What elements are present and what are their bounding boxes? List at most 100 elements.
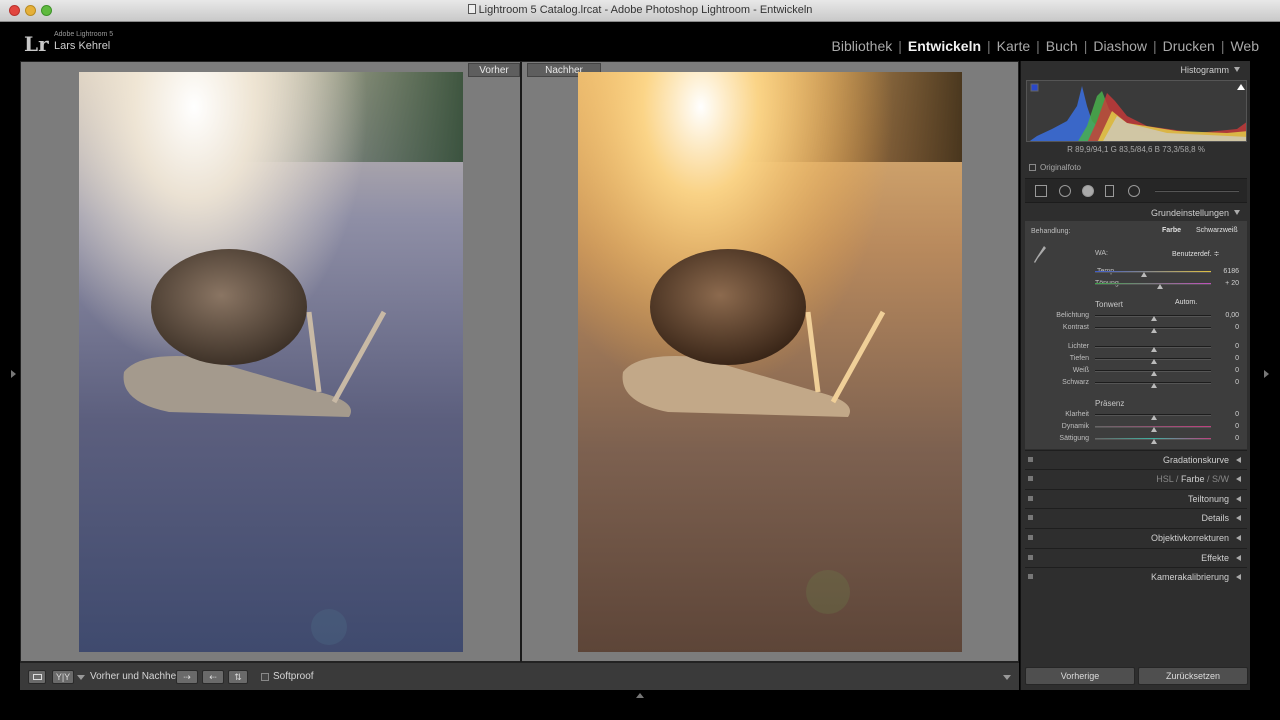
- blacks-slider-thumb[interactable]: [1151, 383, 1157, 388]
- left-panel-toggle-icon[interactable]: [11, 370, 16, 378]
- temp-slider[interactable]: [1095, 271, 1211, 273]
- module-drucken[interactable]: Drucken: [1160, 38, 1218, 54]
- calibration-label-wrap: Kamerakalibrierung: [1151, 572, 1241, 582]
- hsl-header[interactable]: HSL / Farbe / S/W: [1025, 469, 1247, 487]
- red-eye-tool-icon[interactable]: [1082, 185, 1094, 197]
- color-tab[interactable]: Farbe: [1181, 474, 1205, 484]
- module-bibliothek[interactable]: Bibliothek: [829, 38, 896, 54]
- original-photo-toggle[interactable]: Originalfoto: [1029, 163, 1081, 172]
- clarity-value[interactable]: 0: [1209, 411, 1239, 418]
- whites-label: Weiß: [1072, 367, 1089, 374]
- lightroom-logo: Lr: [24, 32, 49, 56]
- saturation-value[interactable]: 0: [1209, 435, 1239, 442]
- crop-tool-icon[interactable]: [1035, 185, 1047, 197]
- contrast-label: Kontrast: [1062, 324, 1089, 331]
- loupe-view-button[interactable]: [28, 670, 46, 684]
- brush-slider-track[interactable]: [1155, 190, 1239, 192]
- saturation-slider-thumb[interactable]: [1151, 439, 1157, 444]
- original-photo-label: Originalfoto: [1040, 163, 1081, 172]
- lens-label-wrap: Objektivkorrekturen: [1151, 533, 1241, 543]
- camera-calibration-header[interactable]: Kamerakalibrierung: [1025, 567, 1247, 585]
- before-after-view-button[interactable]: Y|Y: [52, 670, 74, 684]
- softproof-label: Softproof: [273, 671, 314, 682]
- panel-switch-icon[interactable]: [1028, 535, 1033, 540]
- panel-switch-icon[interactable]: [1028, 515, 1033, 520]
- tool-strip: [1025, 178, 1247, 203]
- split-toning-header[interactable]: Teiltonung: [1025, 489, 1247, 507]
- details-header[interactable]: Details: [1025, 508, 1247, 526]
- clarity-label: Klarheit: [1065, 411, 1089, 418]
- auto-tone-button[interactable]: Autom.: [1175, 299, 1197, 306]
- previous-button[interactable]: Vorherige: [1025, 667, 1135, 685]
- treatment-bw-button[interactable]: Schwarzweiß: [1196, 227, 1238, 234]
- histogram-header[interactable]: Histogramm: [1180, 65, 1240, 75]
- module-separator: |: [898, 38, 902, 54]
- bottom-panel-toggle-icon[interactable]: [636, 693, 644, 698]
- exposure-label: Belichtung: [1056, 312, 1089, 319]
- toolbar-content-dropdown-icon[interactable]: [1003, 675, 1011, 680]
- original-photo-checkbox[interactable]: [1029, 164, 1036, 171]
- tint-slider-thumb[interactable]: [1157, 284, 1163, 289]
- highlights-value[interactable]: 0: [1209, 343, 1239, 350]
- presence-title: Präsenz: [1095, 399, 1125, 408]
- tint-slider[interactable]: [1095, 283, 1211, 285]
- module-karte[interactable]: Karte: [994, 38, 1033, 54]
- module-web[interactable]: Web: [1227, 38, 1262, 54]
- swap-before-after-button[interactable]: ⇅: [228, 670, 248, 684]
- module-buch[interactable]: Buch: [1043, 38, 1081, 54]
- vibrance-value[interactable]: 0: [1209, 423, 1239, 430]
- histogram[interactable]: [1026, 80, 1247, 142]
- panel-switch-icon[interactable]: [1028, 457, 1033, 462]
- copy-after-to-before-button[interactable]: ⇠: [202, 670, 224, 684]
- expand-triangle-icon: [1236, 574, 1241, 580]
- panel-switch-icon[interactable]: [1028, 574, 1033, 579]
- temp-slider-thumb[interactable]: [1141, 272, 1147, 277]
- bw-tab[interactable]: S/W: [1212, 474, 1229, 484]
- whites-slider-thumb[interactable]: [1151, 371, 1157, 376]
- camera-calibration-label: Kamerakalibrierung: [1150, 572, 1229, 582]
- expand-triangle-icon: [1236, 476, 1241, 482]
- hsl-separator: /: [1206, 474, 1210, 484]
- graduated-filter-icon[interactable]: [1105, 185, 1114, 197]
- exposure-value[interactable]: 0,00: [1209, 312, 1239, 319]
- treatment-color-button[interactable]: Farbe: [1162, 227, 1181, 234]
- contrast-value[interactable]: 0: [1209, 324, 1239, 331]
- softproof-checkbox[interactable]: [261, 673, 269, 681]
- vibrance-slider-thumb[interactable]: [1151, 427, 1157, 432]
- shadows-slider-thumb[interactable]: [1151, 359, 1157, 364]
- blacks-value[interactable]: 0: [1209, 379, 1239, 386]
- whites-value[interactable]: 0: [1209, 367, 1239, 374]
- wb-preset-select[interactable]: Benutzerdef. ≑: [1172, 250, 1220, 258]
- effects-header[interactable]: Effekte: [1025, 548, 1247, 566]
- swap-icon: ⇅: [234, 672, 242, 682]
- before-after-view: Vorher Nachher: [20, 61, 1019, 662]
- spot-removal-tool-icon[interactable]: [1059, 185, 1071, 197]
- tone-curve-label: Gradationskurve: [1162, 455, 1229, 465]
- before-photo[interactable]: [79, 72, 463, 652]
- reset-button[interactable]: Zurücksetzen: [1138, 667, 1248, 685]
- shadows-value[interactable]: 0: [1209, 355, 1239, 362]
- basic-header[interactable]: Grundeinstellungen: [1151, 208, 1240, 218]
- temp-value[interactable]: 6186: [1209, 268, 1239, 275]
- highlights-label: Lichter: [1067, 343, 1089, 350]
- panel-switch-icon[interactable]: [1028, 496, 1033, 501]
- module-entwickeln[interactable]: Entwickeln: [905, 38, 984, 54]
- highlights-slider-thumb[interactable]: [1151, 347, 1157, 352]
- hsl-tab[interactable]: HSL: [1156, 474, 1173, 484]
- panel-switch-icon[interactable]: [1028, 476, 1033, 481]
- after-photo[interactable]: [578, 72, 962, 652]
- window-title-wrap: Lightroom 5 Catalog.lrcat - Adobe Photos…: [0, 4, 1280, 16]
- tint-value[interactable]: + 20: [1209, 280, 1239, 287]
- right-panel-toggle-icon[interactable]: [1264, 370, 1269, 378]
- tone-curve-header[interactable]: Gradationskurve: [1025, 450, 1247, 468]
- contrast-slider-thumb[interactable]: [1151, 328, 1157, 333]
- panel-switch-icon[interactable]: [1028, 555, 1033, 560]
- lens-corrections-header[interactable]: Objektivkorrekturen: [1025, 528, 1247, 546]
- copy-before-to-after-button[interactable]: ⇢: [176, 670, 198, 684]
- module-diashow[interactable]: Diashow: [1090, 38, 1150, 54]
- clarity-slider-thumb[interactable]: [1151, 415, 1157, 420]
- wb-eyedropper-icon[interactable]: [1033, 245, 1047, 265]
- radial-filter-icon[interactable]: [1128, 185, 1140, 197]
- view-mode-dropdown-icon[interactable]: [77, 675, 85, 680]
- exposure-slider-thumb[interactable]: [1151, 316, 1157, 321]
